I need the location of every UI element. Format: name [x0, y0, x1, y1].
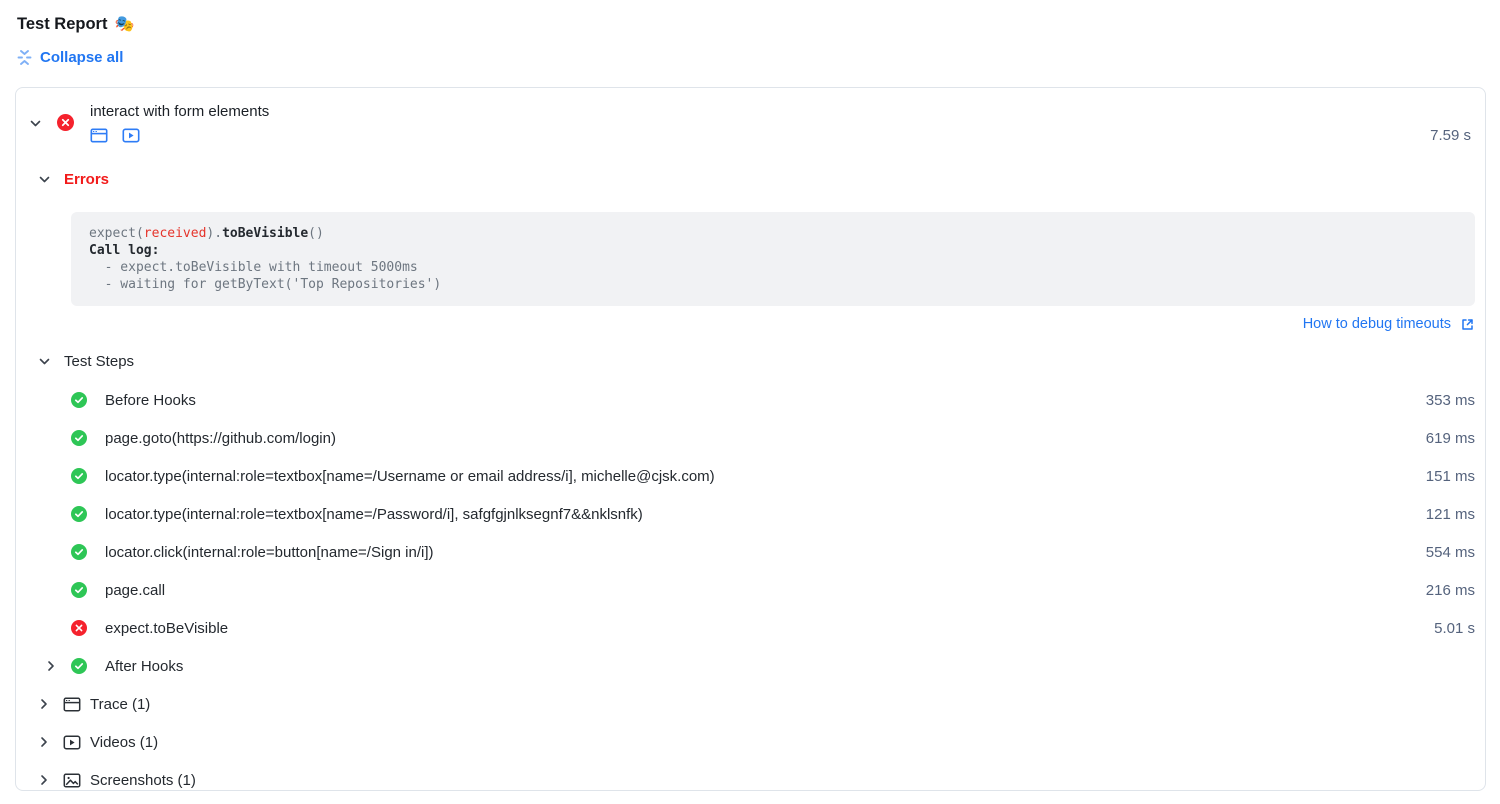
step-label: Before Hooks	[105, 392, 1426, 409]
chevron-right-icon[interactable]	[37, 697, 51, 711]
step-passed-icon	[71, 582, 87, 598]
code-log-line: - waiting for getByText('Top Repositorie…	[89, 277, 441, 292]
step-duration: 353 ms	[1426, 392, 1475, 409]
test-failed-icon	[57, 114, 74, 136]
collapse-all-icon	[17, 49, 32, 66]
step-row-after-hooks[interactable]: After Hooks	[16, 647, 1485, 685]
attachments-list: Trace (1) Videos (1)	[16, 685, 1485, 791]
step-label: locator.click(internal:role=button[name=…	[105, 544, 1426, 561]
test-steps-list: Before Hooks 353 ms page.goto(https://gi…	[16, 381, 1485, 685]
chevron-right-icon[interactable]	[37, 773, 51, 787]
test-header[interactable]: interact with form elements	[16, 88, 1485, 144]
image-icon	[63, 772, 81, 789]
step-label: locator.type(internal:role=textbox[name=…	[105, 506, 1426, 523]
collapse-all-label: Collapse all	[40, 49, 123, 66]
chevron-down-icon[interactable]	[28, 116, 42, 130]
trace-icon[interactable]	[90, 127, 108, 144]
debug-timeouts-link[interactable]: How to debug timeouts	[1303, 316, 1451, 332]
code-text: expect(	[89, 226, 144, 241]
step-passed-icon	[71, 392, 87, 408]
step-duration: 151 ms	[1426, 468, 1475, 485]
code-text: ).	[206, 226, 222, 241]
test-steps-section-header[interactable]: Test Steps	[16, 353, 1485, 370]
step-label: page.goto(https://github.com/login)	[105, 430, 1426, 447]
code-log-line: - expect.toBeVisible with timeout 5000ms	[89, 260, 418, 275]
step-duration: 121 ms	[1426, 506, 1475, 523]
chevron-right-icon[interactable]	[37, 735, 51, 749]
errors-heading: Errors	[64, 171, 109, 188]
test-name: interact with form elements	[90, 103, 1430, 121]
code-text: ()	[308, 226, 324, 241]
page-title: Test Report 🎭	[17, 14, 1486, 34]
collapse-all-button[interactable]: Collapse all	[17, 49, 123, 66]
step-row-type-password[interactable]: locator.type(internal:role=textbox[name=…	[16, 495, 1485, 533]
step-duration: 619 ms	[1426, 430, 1475, 447]
test-report-page: Test Report 🎭 Collapse all interact wit	[0, 14, 1500, 791]
step-passed-icon	[71, 506, 87, 522]
step-label: locator.type(internal:role=textbox[name=…	[105, 468, 1426, 485]
code-method: toBeVisible	[222, 226, 308, 241]
step-duration: 5.01 s	[1434, 620, 1475, 637]
test-result-card: interact with form elements	[15, 87, 1486, 791]
errors-section-header[interactable]: Errors	[16, 171, 1485, 188]
chevron-down-icon[interactable]	[37, 355, 51, 369]
step-row-page-goto[interactable]: page.goto(https://github.com/login) 619 …	[16, 419, 1485, 457]
trace-section-row[interactable]: Trace (1)	[16, 685, 1485, 723]
page-title-text: Test Report	[17, 15, 107, 34]
step-label: After Hooks	[105, 658, 1475, 675]
screenshots-section-row[interactable]: Screenshots (1)	[16, 761, 1485, 791]
step-duration: 554 ms	[1426, 544, 1475, 561]
test-duration: 7.59 s	[1430, 127, 1473, 144]
chevron-down-icon[interactable]	[37, 173, 51, 187]
step-row-type-username[interactable]: locator.type(internal:role=textbox[name=…	[16, 457, 1485, 495]
code-received: received	[144, 226, 207, 241]
step-row-expect-tobevisible[interactable]: expect.toBeVisible 5.01 s	[16, 609, 1485, 647]
video-play-icon	[63, 734, 81, 751]
trace-window-icon	[63, 696, 81, 713]
step-row-before-hooks[interactable]: Before Hooks 353 ms	[16, 381, 1485, 419]
step-label: page.call	[105, 582, 1426, 599]
step-row-page-call[interactable]: page.call 216 ms	[16, 571, 1485, 609]
step-passed-icon	[71, 468, 87, 484]
step-passed-icon	[71, 658, 87, 674]
error-message-block: expect(received).toBeVisible() Call log:…	[71, 212, 1475, 306]
screenshots-label: Screenshots (1)	[90, 772, 196, 789]
external-link-icon[interactable]	[1460, 317, 1475, 332]
code-call-log: Call log:	[89, 243, 159, 258]
theater-masks-emoji: 🎭	[114, 14, 134, 34]
test-steps-heading: Test Steps	[64, 353, 134, 370]
step-row-click-sign-in[interactable]: locator.click(internal:role=button[name=…	[16, 533, 1485, 571]
video-icon[interactable]	[122, 127, 140, 144]
videos-section-row[interactable]: Videos (1)	[16, 723, 1485, 761]
step-passed-icon	[71, 430, 87, 446]
step-label: expect.toBeVisible	[105, 620, 1434, 637]
trace-label: Trace (1)	[90, 696, 150, 713]
videos-label: Videos (1)	[90, 734, 158, 751]
chevron-right-icon[interactable]	[44, 659, 58, 673]
debug-link-row: How to debug timeouts	[16, 316, 1475, 332]
step-duration: 216 ms	[1426, 582, 1475, 599]
step-passed-icon	[71, 544, 87, 560]
step-failed-icon	[71, 620, 87, 636]
